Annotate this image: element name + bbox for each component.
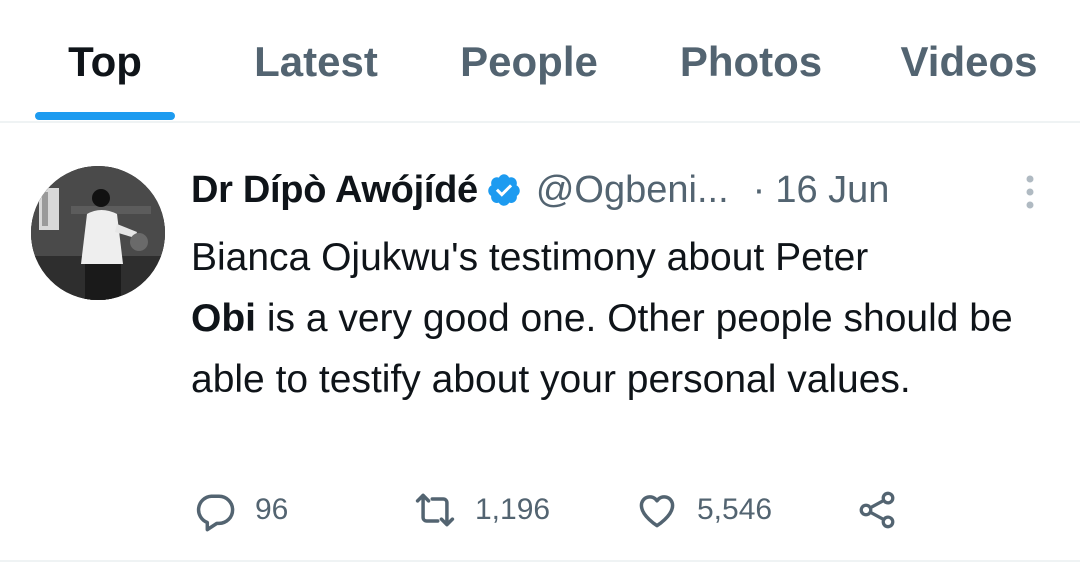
tweet-text-start: Bianca Ojukwu's testimony about Peter: [191, 236, 869, 279]
avatar[interactable]: [31, 166, 165, 300]
share-button[interactable]: [855, 485, 899, 535]
header-separator: ·: [752, 168, 766, 211]
reply-icon: [196, 494, 235, 532]
tab-videos[interactable]: Videos: [886, 38, 1052, 122]
tab-photos[interactable]: Photos: [665, 38, 837, 122]
tab-people[interactable]: People: [446, 38, 612, 122]
heart-icon: [639, 495, 675, 528]
author-name[interactable]: Dr Dípò Awójídé: [191, 169, 478, 212]
like-count: 5,546: [697, 493, 773, 526]
reply-button[interactable]: 96: [193, 485, 288, 535]
like-button[interactable]: 5,546: [635, 485, 772, 535]
tab-latest[interactable]: Latest: [236, 38, 396, 122]
tab-top[interactable]: Top: [35, 38, 175, 122]
tweet-actions: 96 1,196 5,546: [191, 485, 951, 535]
reply-count: 96: [255, 493, 289, 526]
active-tab-indicator: [35, 112, 175, 120]
tweet-text-end: is a very good one. Other people should …: [191, 297, 1013, 401]
retweet-count: 1,196: [475, 493, 551, 526]
verified-badge-icon: [488, 174, 520, 206]
tweet-text: Bianca Ojukwu's testimony about Peter Obi…: [191, 227, 1051, 410]
retweet-button[interactable]: 1,196: [413, 485, 550, 535]
share-icon: [859, 491, 895, 529]
search-tabs: Top Latest People Photos Videos: [0, 0, 1080, 123]
tweet[interactable]: Dr Dípò Awójídé @Ogbeni... · 16 Jun Bian…: [0, 123, 1080, 563]
tweet-divider: [0, 560, 1080, 562]
tweet-text-highlight: Obi: [191, 297, 256, 340]
avatar-photo: [31, 166, 165, 300]
author-handle[interactable]: @Ogbeni...: [536, 169, 729, 212]
tweet-timestamp[interactable]: 16 Jun: [775, 169, 889, 212]
tweet-header: Dr Dípò Awójídé @Ogbeni... · 16 Jun: [191, 165, 889, 215]
more-vertical-icon[interactable]: [1021, 173, 1039, 213]
retweet-icon: [415, 493, 455, 527]
